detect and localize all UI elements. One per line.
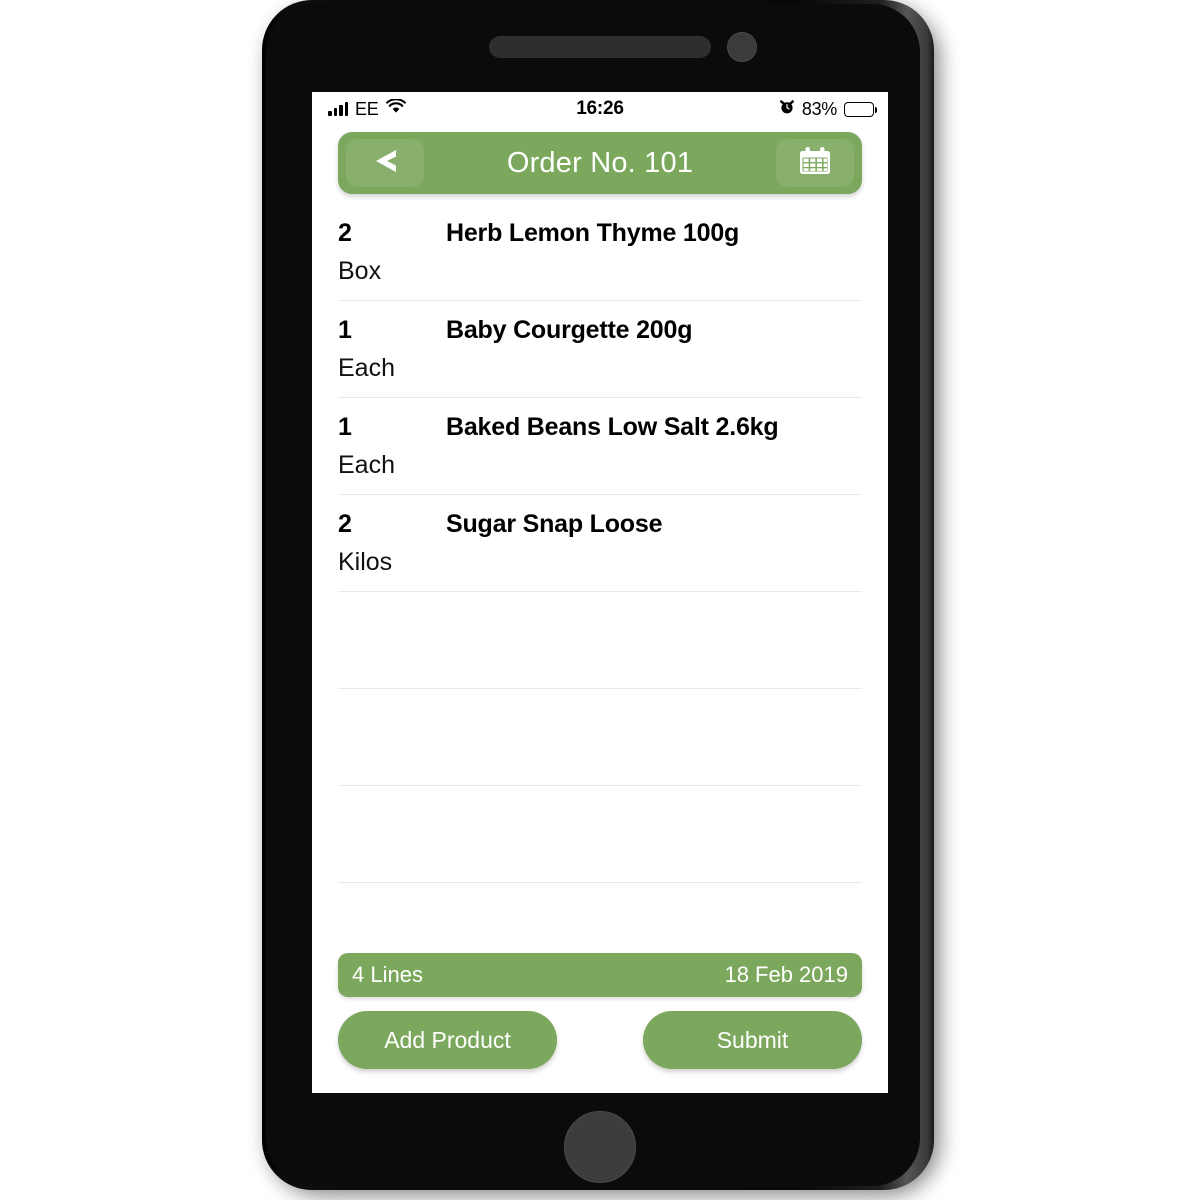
row-unit: Each: [338, 450, 395, 479]
phone-screen: EE 16:26 83% Order No. 101 2 Herb Lemon …: [312, 92, 888, 1093]
app-header-bar: Order No. 101: [338, 132, 862, 194]
calendar-button[interactable]: [776, 139, 854, 187]
alarm-clock-icon: [779, 99, 795, 120]
clock-label: 16:26: [576, 98, 624, 119]
order-date-label: 18 Feb 2019: [724, 962, 848, 987]
calendar-icon: [797, 146, 833, 181]
footer-region: 4 Lines 18 Feb 2019 Add Product Submit: [312, 953, 888, 1093]
submit-button[interactable]: Submit: [643, 1011, 862, 1069]
row-primary: 1 Baked Beans Low Salt 2.6kg: [338, 413, 862, 442]
empty-row: [338, 689, 862, 786]
back-button[interactable]: [346, 139, 424, 187]
row-unit: Each: [338, 353, 395, 382]
empty-row: [338, 786, 862, 883]
row-unit: Kilos: [338, 547, 393, 576]
screenshot-stage: EE 16:26 83% Order No. 101 2 Herb Lemon …: [0, 0, 1200, 1200]
status-bar: EE 16:26 83%: [312, 92, 888, 126]
row-quantity: 2: [338, 218, 352, 247]
empty-row: [338, 883, 862, 953]
row-primary: 1 Baby Courgette 200g: [338, 316, 862, 345]
row-quantity: 1: [338, 412, 352, 441]
battery-icon: [844, 101, 877, 117]
table-row[interactable]: 1 Baked Beans Low Salt 2.6kg Each: [338, 398, 862, 495]
order-summary-bar: 4 Lines 18 Feb 2019: [338, 953, 862, 997]
header-region: Order No. 101: [312, 126, 888, 204]
row-primary: 2 Sugar Snap Loose: [338, 510, 862, 539]
row-quantity: 2: [338, 509, 352, 538]
row-primary: 2 Herb Lemon Thyme 100g: [338, 219, 862, 248]
earpiece-speaker: [489, 36, 711, 58]
page-title: Order No. 101: [506, 146, 694, 179]
battery-percent-label: 83%: [801, 98, 837, 119]
row-product-name: Baked Beans Low Salt 2.6kg: [446, 412, 779, 441]
front-camera-icon: [727, 32, 757, 62]
row-unit: Box: [338, 256, 382, 285]
back-chevron-icon: [366, 147, 404, 180]
row-product-name: Baby Courgette 200g: [446, 315, 693, 344]
row-quantity: 1: [338, 315, 352, 344]
table-row[interactable]: 2 Sugar Snap Loose Kilos: [338, 495, 862, 592]
row-product-name: Herb Lemon Thyme 100g: [446, 218, 740, 247]
status-bar-right: 83%: [779, 92, 877, 126]
row-product-name: Sugar Snap Loose: [446, 509, 663, 538]
table-row[interactable]: 2 Herb Lemon Thyme 100g Box: [338, 204, 862, 301]
empty-row: [338, 592, 862, 689]
add-product-button[interactable]: Add Product: [338, 1011, 557, 1069]
order-lines-list[interactable]: 2 Herb Lemon Thyme 100g Box 1 Baby Courgette…: [312, 204, 888, 953]
line-count-label: 4 Lines: [352, 962, 423, 987]
home-button[interactable]: [564, 1111, 636, 1183]
footer-button-row: Add Product Submit: [338, 1011, 862, 1069]
table-row[interactable]: 1 Baby Courgette 200g Each: [338, 301, 862, 398]
